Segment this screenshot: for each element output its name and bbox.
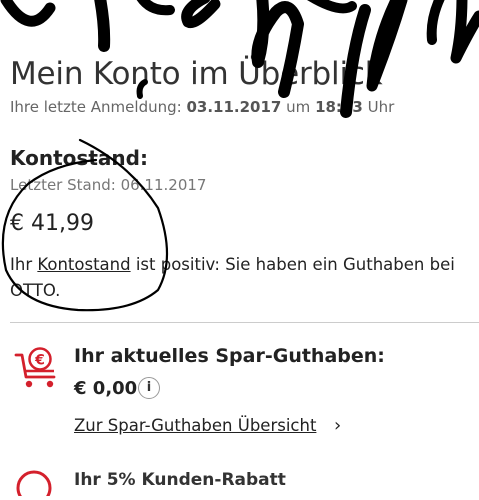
page-title: Mein Konto im Überblick [10,56,383,92]
kontostand-last-state: Letzter Stand: 06.11.2017 [10,176,207,194]
spar-guthaben-link[interactable]: Zur Spar-Guthaben Übersicht [74,416,316,435]
scribble-stroke [0,0,56,27]
kontostand-link[interactable]: Kontostand [37,255,130,274]
scribble-stroke [307,0,357,14]
scribble-stroke [450,0,479,64]
kontostand-heading: Kontostand: [10,146,148,170]
scribble-stroke [181,0,221,29]
last-login-date: 03.11.2017 [186,98,282,116]
spar-guthaben-heading: Ihr aktuelles Spar-Guthaben: [74,345,385,367]
discount-icon [14,466,58,500]
last-login-sep: um [286,98,311,116]
svg-text:€: € [34,353,45,369]
kunden-rabatt-heading: Ihr 5% Kunden-Rabatt [74,470,286,490]
info-icon[interactable]: i [138,377,160,399]
scribble-stroke [136,0,175,16]
chevron-right-icon: › [334,415,342,436]
spar-guthaben-amount: € 0,00 [74,378,138,399]
last-login-suffix: Uhr [367,98,395,116]
kontostand-amount: € 41,99 [10,211,94,236]
last-login-time: 18:53 [315,98,363,116]
last-login-label: Ihre letzte Anmeldung: [10,98,182,116]
section-divider [10,322,479,323]
kontostand-description: Ihr Kontostand ist positiv: Sie haben ei… [10,252,479,304]
scribble-stroke [426,0,445,45]
euro-cart-icon: € [12,344,60,392]
last-login-info: Ihre letzte Anmeldung: 03.11.2017 um 18:… [10,98,394,116]
kontostand-text-prefix: Ihr [10,255,33,274]
scribble-stroke [94,0,111,52]
